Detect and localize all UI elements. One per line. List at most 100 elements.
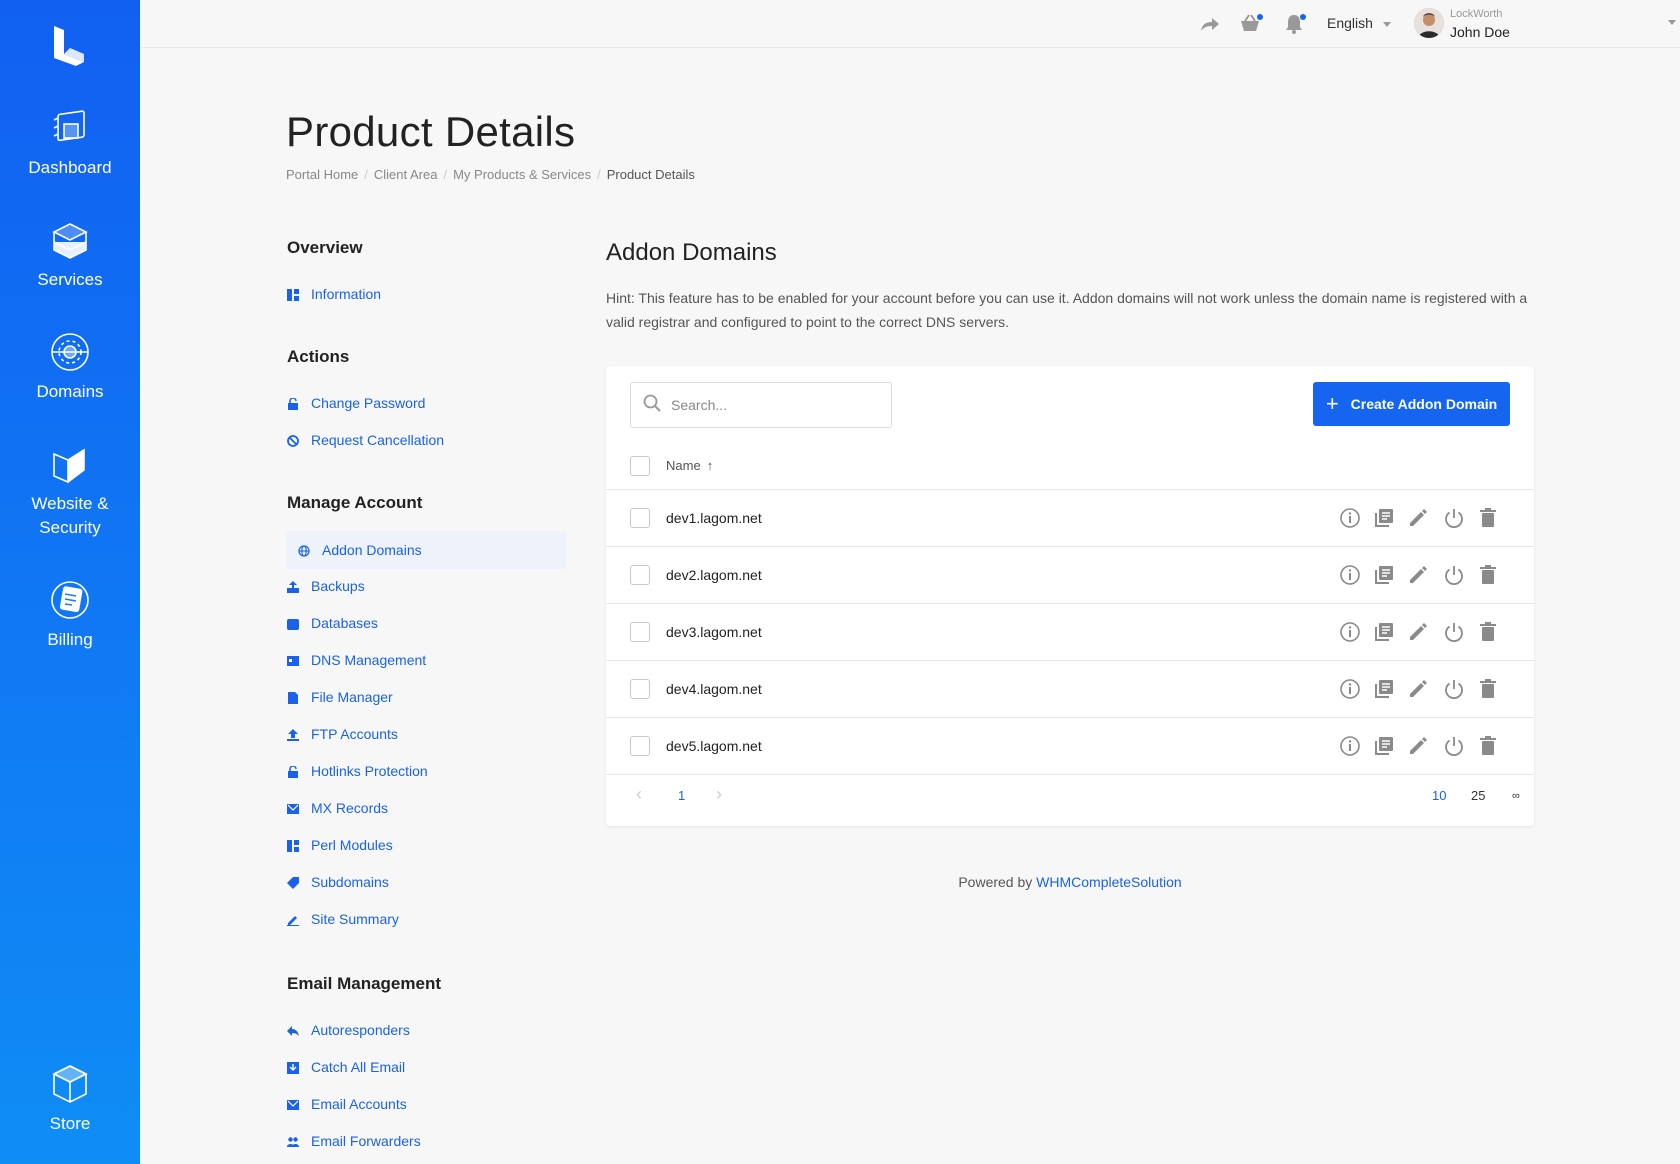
menu-item-backups[interactable]: Backups: [287, 578, 365, 594]
table-row[interactable]: dev1.lagom.net: [606, 490, 1534, 547]
breadcrumb-client-area[interactable]: Client Area: [374, 167, 438, 182]
menu-item-perl-modules[interactable]: Perl Modules: [287, 837, 393, 853]
delete-icon[interactable]: [1476, 563, 1500, 587]
details-icon[interactable]: [1372, 620, 1396, 644]
info-icon[interactable]: [1338, 563, 1362, 587]
domain-name[interactable]: dev3.lagom.net: [666, 624, 762, 640]
page-number[interactable]: 1: [678, 788, 685, 803]
table-header: Name ↑: [606, 442, 1534, 490]
avatar[interactable]: [1414, 8, 1444, 38]
menu-item-site-summary[interactable]: Site Summary: [287, 911, 399, 927]
edit-icon[interactable]: [1406, 734, 1430, 758]
select-all-checkbox[interactable]: [630, 455, 650, 476]
menu-item-dns-management[interactable]: DNS Management: [287, 652, 426, 668]
domain-name[interactable]: dev5.lagom.net: [666, 738, 762, 754]
language-select[interactable]: English: [1327, 15, 1391, 31]
menu-heading-actions: Actions: [287, 347, 350, 366]
info-icon[interactable]: [1338, 506, 1362, 530]
menu-item-catch-all-email[interactable]: Catch All Email: [287, 1059, 405, 1075]
website-security-icon: [48, 442, 92, 486]
sidebar-item-services[interactable]: Services: [0, 218, 140, 292]
edit-icon[interactable]: [1406, 620, 1430, 644]
table-row[interactable]: dev2.lagom.net: [606, 547, 1534, 604]
table-row[interactable]: dev5.lagom.net: [606, 718, 1534, 775]
sidebar-item-website-security[interactable]: Website & Security: [0, 442, 140, 540]
details-icon[interactable]: [1372, 563, 1396, 587]
sidebar-item-domains[interactable]: Domains: [0, 330, 140, 404]
row-checkbox[interactable]: [630, 508, 650, 528]
menu-item-information[interactable]: Information: [287, 286, 381, 302]
menu-item-autoresponders[interactable]: Autoresponders: [287, 1022, 410, 1038]
search-box[interactable]: [630, 382, 892, 428]
services-icon: [48, 218, 92, 262]
menu-item-file-manager[interactable]: File Manager: [287, 689, 393, 705]
menu-item-email-forwarders[interactable]: Email Forwarders: [287, 1133, 421, 1149]
details-icon[interactable]: [1372, 734, 1396, 758]
page-size-25[interactable]: 25: [1471, 788, 1485, 803]
menu-heading-email-management: Email Management: [287, 974, 441, 993]
menu-item-databases[interactable]: Databases: [287, 615, 378, 631]
menu-item-change-password[interactable]: Change Password: [287, 395, 425, 411]
delete-icon[interactable]: [1476, 677, 1500, 701]
domain-name[interactable]: dev1.lagom.net: [666, 510, 762, 526]
footer-link[interactable]: WHMCompleteSolution: [1036, 874, 1182, 890]
delete-icon[interactable]: [1476, 620, 1500, 644]
menu-item-addon-domains[interactable]: Addon Domains: [286, 531, 566, 569]
user-name[interactable]: John Doe: [1450, 24, 1510, 40]
create-addon-domain-button[interactable]: + Create Addon Domain: [1313, 382, 1510, 426]
edit-icon[interactable]: [1406, 563, 1430, 587]
menu-item-email-accounts[interactable]: Email Accounts: [287, 1096, 407, 1112]
page-size-all[interactable]: ∞: [1512, 790, 1520, 802]
menu-item-ftp-accounts[interactable]: FTP Accounts: [287, 726, 398, 742]
sidebar-item-billing[interactable]: Billing: [0, 578, 140, 652]
column-header-name[interactable]: Name ↑: [666, 458, 713, 473]
row-checkbox[interactable]: [630, 622, 650, 642]
details-icon[interactable]: [1372, 677, 1396, 701]
row-checkbox[interactable]: [630, 736, 650, 756]
topbar: English LockWorth John Doe: [140, 0, 1680, 48]
prev-page-icon[interactable]: ‹: [636, 784, 642, 805]
edit-icon[interactable]: [1406, 677, 1430, 701]
power-icon[interactable]: [1442, 563, 1466, 587]
next-page-icon[interactable]: ›: [716, 784, 722, 805]
menu-item-hotlinks-protection[interactable]: Hotlinks Protection: [287, 763, 428, 779]
sidebar-item-label: Billing: [47, 630, 93, 649]
backup-icon: [287, 580, 299, 593]
section-title: Addon Domains: [606, 239, 777, 266]
lagom-logo-icon[interactable]: [50, 24, 90, 68]
sidebar-item-label: Domains: [36, 382, 104, 401]
menu-item-mx-records[interactable]: MX Records: [287, 800, 388, 816]
upload-icon: [287, 728, 299, 741]
lock-icon: [287, 765, 299, 778]
info-icon[interactable]: [1338, 677, 1362, 701]
page-title: Product Details: [286, 108, 576, 155]
power-icon[interactable]: [1442, 677, 1466, 701]
menu-item-subdomains[interactable]: Subdomains: [287, 874, 389, 890]
breadcrumb-my-products[interactable]: My Products & Services: [453, 167, 591, 182]
menu-item-request-cancellation[interactable]: Request Cancellation: [287, 432, 444, 448]
sort-ascending-icon: ↑: [706, 458, 714, 473]
sidebar-item-label: Store: [49, 1114, 91, 1133]
delete-icon[interactable]: [1476, 506, 1500, 530]
domain-name[interactable]: dev2.lagom.net: [666, 567, 762, 583]
edit-icon[interactable]: [1406, 506, 1430, 530]
power-icon[interactable]: [1442, 620, 1466, 644]
info-icon[interactable]: [1338, 734, 1362, 758]
domain-name[interactable]: dev4.lagom.net: [666, 681, 762, 697]
info-icon[interactable]: [1338, 620, 1362, 644]
row-checkbox[interactable]: [630, 565, 650, 585]
sidebar-item-store[interactable]: Store: [0, 1062, 140, 1136]
user-menu-chevron-icon[interactable]: [1668, 20, 1676, 25]
breadcrumb-portal-home[interactable]: Portal Home: [286, 167, 358, 182]
share-icon[interactable]: [1198, 12, 1222, 36]
sidebar-item-dashboard[interactable]: Dashboard: [0, 106, 140, 180]
power-icon[interactable]: [1442, 506, 1466, 530]
search-input[interactable]: [671, 397, 871, 413]
table-row[interactable]: dev4.lagom.net: [606, 661, 1534, 718]
row-checkbox[interactable]: [630, 679, 650, 699]
page-size-10[interactable]: 10: [1432, 788, 1446, 803]
delete-icon[interactable]: [1476, 734, 1500, 758]
details-icon[interactable]: [1372, 506, 1396, 530]
power-icon[interactable]: [1442, 734, 1466, 758]
table-row[interactable]: dev3.lagom.net: [606, 604, 1534, 661]
